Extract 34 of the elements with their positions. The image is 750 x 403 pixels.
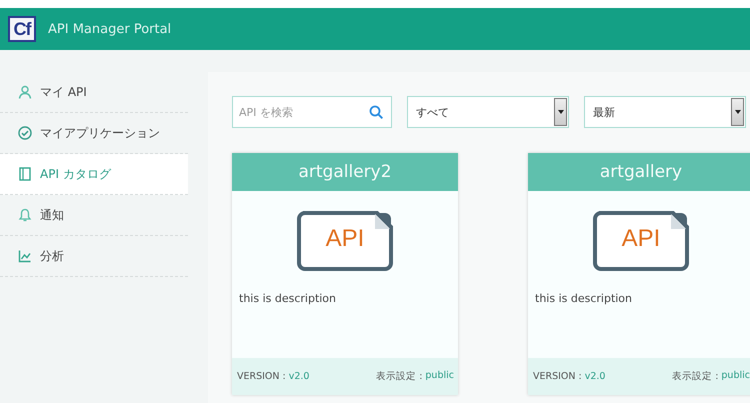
- logo: Cf: [8, 16, 36, 42]
- api-card[interactable]: artgallery API this is description VERSION : v2.0 表示設定 : public: [528, 153, 750, 395]
- bell-icon: [18, 208, 32, 222]
- api-label: API: [620, 225, 662, 253]
- card-title: artgallery: [528, 153, 750, 191]
- app-title: API Manager Portal: [48, 22, 172, 36]
- visibility-label: 表示設定 :: [672, 370, 718, 383]
- sidebar-item[interactable]: マイ API: [0, 72, 188, 113]
- document-icon: [297, 211, 393, 271]
- api-card[interactable]: artgallery2 API this is description VERSION : v2.0 表示設定 : public: [232, 153, 458, 395]
- chart-icon: [18, 249, 32, 263]
- caret-icon: [734, 110, 740, 114]
- visibility-value: public: [721, 370, 750, 383]
- book-icon: [18, 167, 32, 181]
- version-value: v2.0: [288, 371, 310, 382]
- card-title: artgallery2: [232, 153, 458, 191]
- card-description: this is description: [535, 292, 634, 305]
- search-field[interactable]: API を検索: [232, 96, 392, 128]
- version-value: v2.0: [584, 371, 606, 382]
- dropdown[interactable]: 最新: [584, 96, 746, 128]
- sidebar-item[interactable]: 分析: [0, 236, 188, 277]
- document-icon: [593, 211, 689, 271]
- version-label: VERSION :: [237, 371, 286, 382]
- dropdown[interactable]: すべて: [407, 96, 569, 128]
- sidebar-item[interactable]: 通知: [0, 195, 188, 236]
- visibility-value: public: [425, 370, 454, 383]
- check-circle-icon: [18, 126, 32, 140]
- caret-icon: [558, 110, 564, 114]
- api-label: API: [324, 225, 366, 253]
- card-description: this is description: [239, 292, 338, 305]
- user-icon: [18, 85, 32, 99]
- version-label: VERSION :: [533, 371, 582, 382]
- visibility-label: 表示設定 :: [376, 370, 422, 383]
- search-icon[interactable]: [369, 105, 384, 120]
